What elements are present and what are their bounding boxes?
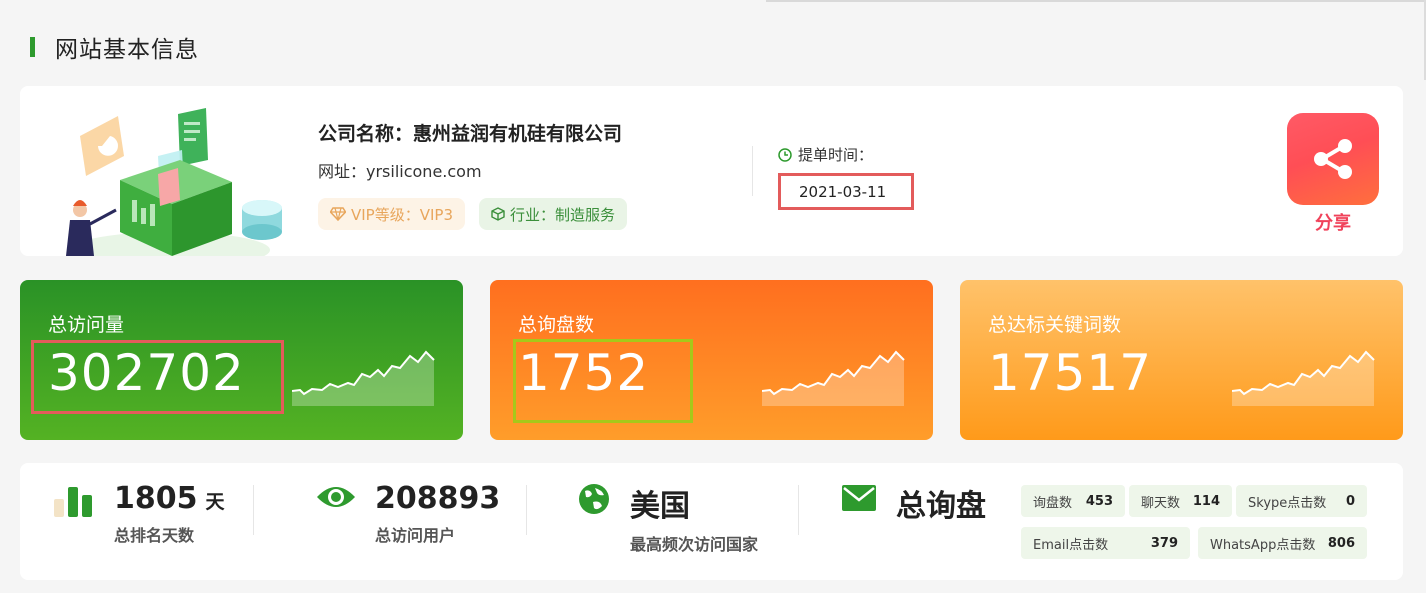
eye-icon <box>317 487 355 507</box>
stat-card-total-visits: 总访问量 302702 <box>20 280 463 440</box>
sparkline-icon <box>762 350 905 406</box>
stat-card-total-keywords: 总达标关键词数 17517 <box>960 280 1403 440</box>
order-time-label-text: 提单时间： <box>798 146 874 164</box>
chip-label: 询盘数 <box>1033 495 1073 511</box>
share-label[interactable]: 分享 <box>1287 209 1379 235</box>
stat-label: 总访问量 <box>48 314 125 336</box>
globe-icon <box>579 484 609 514</box>
chip-label: WhatsApp点击数 <box>1210 537 1316 553</box>
metric-unit: 天 <box>205 491 225 513</box>
order-time: 提单时间： 2021-03-11 <box>778 144 914 210</box>
metric-desc: 总排名天数 <box>114 526 195 545</box>
metric-top-country: 美国 最高频次访问国家 <box>630 481 758 555</box>
metric-value: 208893 <box>375 481 501 516</box>
sparkline-icon <box>1232 350 1375 406</box>
order-time-label: 提单时间： <box>778 144 914 165</box>
envelope-icon <box>842 485 876 511</box>
info-divider <box>752 146 753 196</box>
metric-ranking-days: 1805 天 总排名天数 <box>114 481 225 546</box>
section-title-text: 网站基本信息 <box>55 37 199 63</box>
chip-value: 453 <box>1085 493 1113 509</box>
diamond-icon <box>330 207 346 221</box>
metric-divider <box>253 485 254 535</box>
stat-label: 总达标关键词数 <box>988 314 1122 336</box>
share-widget[interactable]: 分享 <box>1287 113 1379 235</box>
metric-value: 总询盘 <box>896 489 986 524</box>
chip-value: 806 <box>1327 535 1355 551</box>
chip-inquiries: 询盘数 453 <box>1021 485 1125 517</box>
vip-level-tag: VIP等级：VIP3 <box>318 198 466 230</box>
metric-desc: 最高频次访问国家 <box>630 535 759 554</box>
chip-label: Email点击数 <box>1033 537 1109 553</box>
stat-card-total-inquiries: 总询盘数 1752 <box>490 280 933 440</box>
summary-metrics-card: 1805 天 总排名天数 208893 总访问用户 美国 最高频次访问国家 总询盘… <box>20 463 1403 580</box>
section-title: 网站基本信息 <box>30 30 199 64</box>
order-date: 2021-03-11 <box>778 173 914 210</box>
stat-value: 17517 <box>988 344 1153 402</box>
analytics-illustration-icon <box>66 108 282 256</box>
metric-total-inquiries: 总询盘 <box>896 481 986 525</box>
stat-label: 总询盘数 <box>518 314 595 336</box>
company-url: 网址：yrsilicone.com <box>318 162 482 181</box>
chip-email-clicks: Email点击数 379 <box>1021 527 1190 559</box>
chip-value: 379 <box>1150 535 1178 551</box>
company-info-card: 公司名称：惠州益润有机硅有限公司 网址：yrsilicone.com VIP等级… <box>20 86 1403 256</box>
bar-chart-icon <box>54 487 92 517</box>
chip-chats: 聊天数 114 <box>1129 485 1232 517</box>
sparkline-icon <box>292 350 435 406</box>
metric-divider <box>798 485 799 535</box>
industry-text: 行业：制造服务 <box>510 205 616 224</box>
metric-value: 1805 <box>114 481 198 516</box>
industry-tag: 行业：制造服务 <box>479 198 628 230</box>
highlight-box-lime <box>513 339 693 423</box>
company-details: 公司名称：惠州益润有机硅有限公司 网址：yrsilicone.com VIP等级… <box>318 119 628 230</box>
company-tags: VIP等级：VIP3 行业：制造服务 <box>318 198 628 230</box>
top-divider <box>766 0 1426 2</box>
metric-divider <box>526 485 527 535</box>
cube-icon <box>491 207 505 221</box>
metric-desc: 总访问用户 <box>375 526 456 545</box>
share-button[interactable] <box>1287 113 1379 205</box>
chip-label: Skype点击数 <box>1248 495 1327 511</box>
metric-total-users: 208893 总访问用户 <box>375 481 500 546</box>
clock-icon <box>778 147 792 162</box>
vip-level-text: VIP等级：VIP3 <box>351 205 454 224</box>
share-icon <box>1314 139 1352 179</box>
chip-value: 0 <box>1345 493 1355 509</box>
chip-label: 聊天数 <box>1141 495 1181 511</box>
metric-value: 美国 <box>630 489 690 524</box>
chip-whatsapp-clicks: WhatsApp点击数 806 <box>1198 527 1367 559</box>
title-accent-bar <box>30 37 35 57</box>
company-name: 公司名称：惠州益润有机硅有限公司 <box>318 123 623 145</box>
highlight-box-red <box>31 340 284 414</box>
chip-skype-clicks: Skype点击数 0 <box>1236 485 1367 517</box>
chip-value: 114 <box>1192 493 1220 509</box>
